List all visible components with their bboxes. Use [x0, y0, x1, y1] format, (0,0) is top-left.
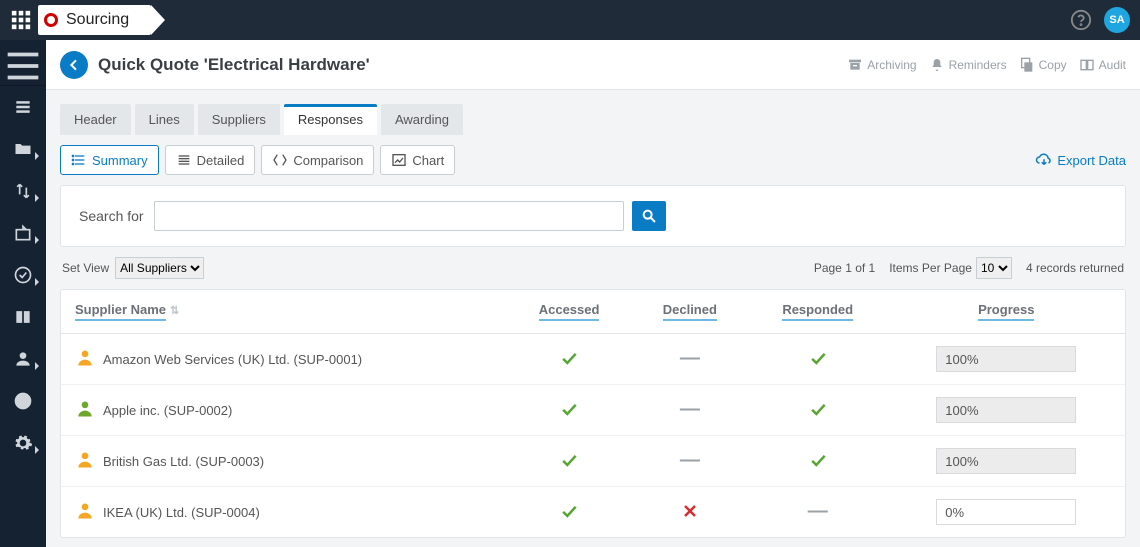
table-row: Apple inc. (SUP-0002) —	[61, 385, 1125, 436]
nav-chart-icon[interactable]	[6, 384, 40, 418]
tab-header[interactable]: Header	[60, 104, 131, 135]
responses-table: Supplier Name⇅ Accessed Declined Respond…	[61, 290, 1125, 537]
nav-folder-icon[interactable]	[6, 132, 40, 166]
export-data-label: Export Data	[1057, 153, 1126, 168]
tab-awarding[interactable]: Awarding	[381, 104, 463, 135]
supplier-name[interactable]: IKEA (UK) Ltd. (SUP-0004)	[103, 505, 260, 520]
product-name: Sourcing	[66, 11, 129, 29]
col-supplier[interactable]: Supplier Name⇅	[61, 290, 506, 334]
page-title: Quick Quote 'Electrical Hardware'	[98, 55, 370, 75]
bell-icon	[929, 57, 945, 73]
audit-action[interactable]: Audit	[1079, 57, 1126, 73]
set-view-label: Set View	[62, 261, 109, 275]
items-per-page-select[interactable]: 10	[976, 257, 1012, 279]
view-chart-button[interactable]: Chart	[380, 145, 455, 175]
apps-icon[interactable]	[10, 9, 32, 31]
book-open-icon	[1079, 57, 1095, 73]
col-progress[interactable]: Progress	[888, 290, 1125, 334]
archiving-label: Archiving	[867, 58, 916, 72]
chart-icon	[391, 152, 407, 168]
tab-lines[interactable]: Lines	[135, 104, 194, 135]
sort-icon: ⇅	[170, 305, 179, 317]
col-accessed[interactable]: Accessed	[506, 290, 631, 334]
supplier-name[interactable]: Apple inc. (SUP-0002)	[103, 403, 232, 418]
view-summary-button[interactable]: Summary	[60, 145, 159, 175]
page-indicator: Page 1 of 1	[814, 261, 875, 275]
set-view-select[interactable]: All Suppliers	[115, 257, 204, 279]
view-detailed-label: Detailed	[197, 153, 245, 168]
nav-box-icon[interactable]	[6, 216, 40, 250]
copy-label: Copy	[1039, 58, 1067, 72]
nav-book-icon[interactable]	[6, 300, 40, 334]
progress-field[interactable]	[936, 499, 1076, 525]
search-label: Search for	[79, 208, 144, 224]
copy-action[interactable]: Copy	[1019, 57, 1067, 73]
export-data-link[interactable]: Export Data	[1035, 151, 1126, 169]
check-icon	[559, 501, 579, 521]
view-comparison-button[interactable]: Comparison	[261, 145, 374, 175]
copy-icon	[1019, 57, 1035, 73]
menu-toggle-icon[interactable]	[0, 46, 46, 86]
detailed-icon	[176, 152, 192, 168]
progress-field[interactable]	[936, 346, 1076, 372]
tab-suppliers[interactable]: Suppliers	[198, 104, 280, 135]
supplier-icon	[75, 399, 103, 422]
dash-icon: —	[808, 500, 828, 522]
search-button[interactable]	[632, 201, 666, 231]
nav-gear-icon[interactable]	[6, 426, 40, 460]
nav-list-icon[interactable]	[6, 90, 40, 124]
nav-transfer-icon[interactable]	[6, 174, 40, 208]
cloud-download-icon	[1035, 151, 1053, 169]
check-icon	[808, 450, 828, 470]
progress-field[interactable]	[936, 397, 1076, 423]
records-returned-label: 4 records returned	[1026, 261, 1124, 275]
view-summary-label: Summary	[92, 153, 148, 168]
col-declined[interactable]: Declined	[632, 290, 748, 334]
cross-icon	[680, 501, 700, 521]
brand-dot-icon	[44, 13, 58, 27]
audit-label: Audit	[1099, 58, 1126, 72]
search-icon	[641, 208, 657, 224]
dash-icon: —	[680, 347, 700, 369]
supplier-name[interactable]: British Gas Ltd. (SUP-0003)	[103, 454, 264, 469]
view-comparison-label: Comparison	[293, 153, 363, 168]
product-tab[interactable]: Sourcing	[38, 5, 151, 35]
check-icon	[808, 348, 828, 368]
reminders-action[interactable]: Reminders	[929, 57, 1007, 73]
archive-icon	[847, 57, 863, 73]
table-row: British Gas Ltd. (SUP-0003) —	[61, 436, 1125, 487]
side-navigation	[0, 40, 46, 547]
help-icon[interactable]	[1070, 9, 1092, 31]
archiving-action[interactable]: Archiving	[847, 57, 916, 73]
tabs: Header Lines Suppliers Responses Awardin…	[60, 104, 1126, 135]
table-row: Amazon Web Services (UK) Ltd. (SUP-0001)…	[61, 334, 1125, 385]
back-button[interactable]	[60, 51, 88, 79]
list-icon	[71, 152, 87, 168]
supplier-name[interactable]: Amazon Web Services (UK) Ltd. (SUP-0001)	[103, 352, 362, 367]
reminders-label: Reminders	[949, 58, 1007, 72]
check-icon	[559, 348, 579, 368]
check-icon	[559, 450, 579, 470]
comparison-icon	[272, 152, 288, 168]
check-icon	[808, 399, 828, 419]
dash-icon: —	[680, 449, 700, 471]
dash-icon: —	[680, 398, 700, 420]
view-chart-label: Chart	[412, 153, 444, 168]
items-per-page-label: Items Per Page	[889, 261, 972, 275]
user-avatar[interactable]: SA	[1104, 7, 1130, 33]
supplier-icon	[75, 501, 103, 524]
table-row: IKEA (UK) Ltd. (SUP-0004) —	[61, 487, 1125, 538]
tab-responses[interactable]: Responses	[284, 104, 377, 135]
nav-check-icon[interactable]	[6, 258, 40, 292]
search-panel: Search for	[60, 185, 1126, 247]
supplier-icon	[75, 348, 103, 371]
view-detailed-button[interactable]: Detailed	[165, 145, 256, 175]
progress-field[interactable]	[936, 448, 1076, 474]
search-input[interactable]	[154, 201, 624, 231]
supplier-icon	[75, 450, 103, 473]
nav-person-icon[interactable]	[6, 342, 40, 376]
check-icon	[559, 399, 579, 419]
col-responded[interactable]: Responded	[748, 290, 888, 334]
